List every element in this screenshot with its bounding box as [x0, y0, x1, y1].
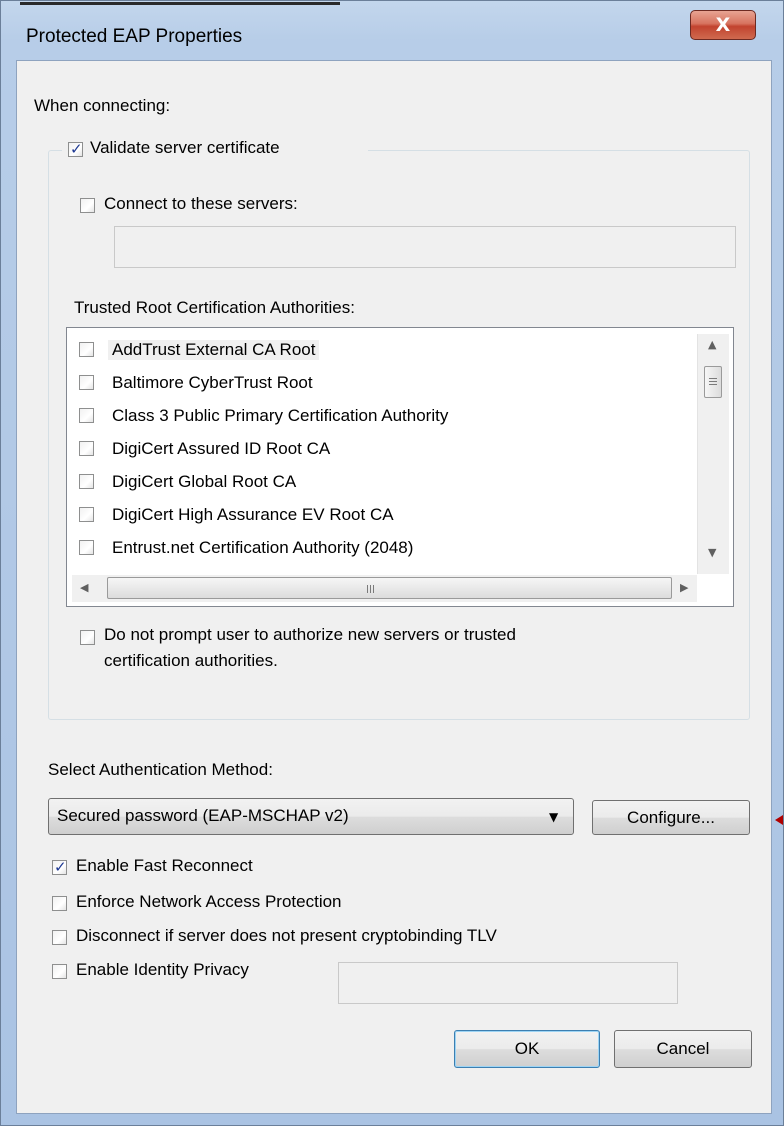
trusted-root-ca-heading: Trusted Root Certification Authorities: [74, 298, 355, 317]
ca-checkbox[interactable] [79, 540, 94, 555]
enforce-nap-checkbox[interactable] [52, 896, 67, 911]
ca-checkbox[interactable] [79, 474, 94, 489]
auth-method-heading: Select Authentication Method: [48, 760, 273, 779]
ca-label: Baltimore CyberTrust Root [112, 373, 313, 392]
identity-privacy-checkbox[interactable] [52, 964, 67, 979]
ca-label: Entrust.net Certification Authority (204… [112, 538, 414, 557]
auth-method-value: Secured password (EAP-MSCHAP v2) [57, 806, 349, 825]
ca-checkbox[interactable] [79, 342, 94, 357]
do-not-prompt-checkbox[interactable] [80, 630, 95, 645]
ca-checkbox[interactable] [79, 375, 94, 390]
ca-checkbox[interactable] [79, 408, 94, 423]
fast-reconnect-checkbox[interactable] [52, 858, 67, 876]
when-connecting-heading: When connecting: [34, 96, 171, 115]
fast-reconnect-label: Enable Fast Reconnect [76, 856, 253, 875]
horizontal-scroll-thumb[interactable] [107, 577, 672, 599]
ca-label: DigiCert High Assurance EV Root CA [112, 505, 394, 524]
identity-privacy-label: Enable Identity Privacy [76, 960, 249, 979]
close-icon: X [715, 14, 731, 36]
ca-label: DigiCert Global Root CA [112, 472, 297, 491]
ca-label: DigiCert Assured ID Root CA [112, 439, 331, 458]
auth-method-select[interactable]: Secured password (EAP-MSCHAP v2) ▼ [48, 798, 574, 835]
ca-checkbox[interactable] [79, 507, 94, 522]
triangle-left-icon[interactable]: ◀ [80, 581, 88, 594]
do-not-prompt-label-line1: Do not prompt user to authorize new serv… [104, 625, 516, 644]
triangle-down-icon[interactable]: ▼ [708, 546, 716, 559]
ca-label: AddTrust External CA Root [108, 340, 320, 360]
ca-checkbox[interactable] [79, 441, 94, 456]
do-not-prompt-label-line2: certification authorities. [104, 651, 278, 670]
configure-button[interactable]: Configure... [592, 800, 750, 835]
enforce-nap-label: Enforce Network Access Protection [76, 892, 342, 911]
validate-server-certificate-checkbox[interactable] [68, 140, 83, 158]
vertical-scroll-thumb[interactable] [704, 366, 722, 398]
cancel-button[interactable]: Cancel [614, 1030, 752, 1068]
validate-server-certificate-label: Validate server certificate [90, 138, 280, 157]
cryptobinding-label: Disconnect if server does not present cr… [76, 926, 497, 945]
ca-label: Class 3 Public Primary Certification Aut… [112, 406, 449, 425]
pointer-marker-icon [775, 815, 783, 825]
connect-to-servers-checkbox[interactable] [80, 198, 95, 213]
connect-to-servers-label: Connect to these servers: [104, 194, 298, 213]
ok-button[interactable]: OK [454, 1030, 600, 1068]
chevron-down-icon: ▼ [549, 810, 559, 824]
window-title: Protected EAP Properties [26, 26, 243, 47]
close-button[interactable]: X [690, 10, 756, 40]
servers-input[interactable] [114, 226, 736, 268]
background-window-edge [20, 0, 340, 6]
triangle-up-icon[interactable]: ▲ [708, 338, 716, 351]
trusted-root-ca-list[interactable]: AddTrust External CA Root Baltimore Cybe… [66, 327, 734, 607]
cryptobinding-checkbox[interactable] [52, 930, 67, 945]
triangle-right-icon[interactable]: ▶ [680, 581, 688, 594]
identity-input[interactable] [338, 962, 678, 1004]
